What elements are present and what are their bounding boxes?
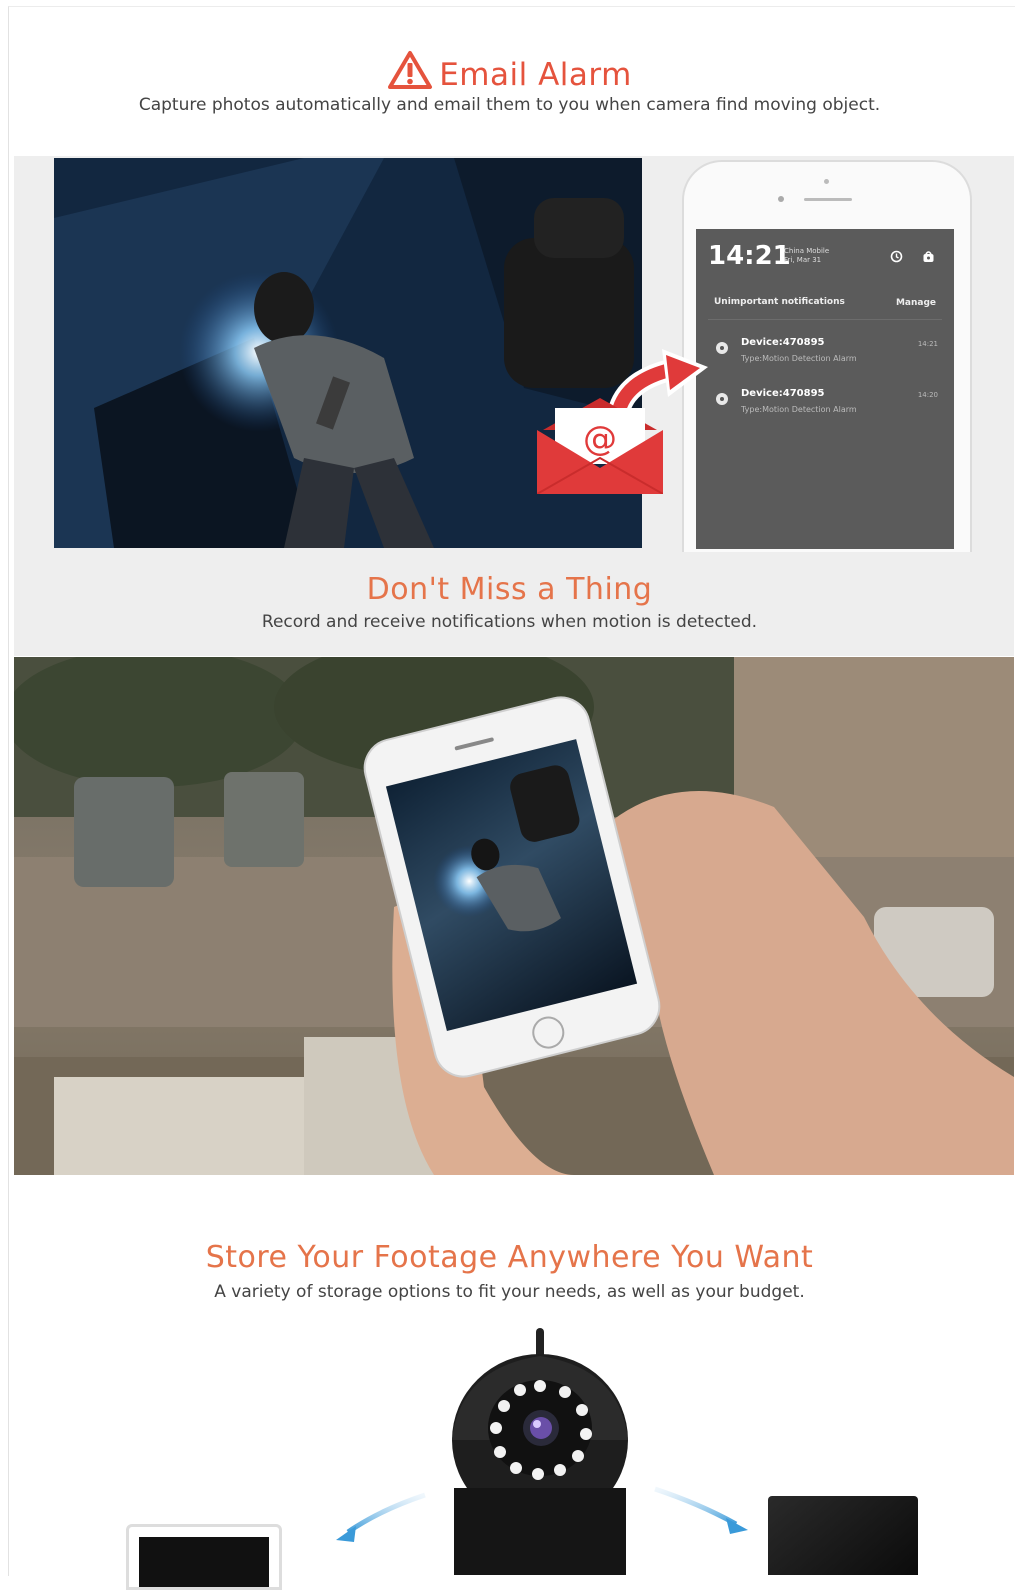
phone-speaker xyxy=(804,198,852,201)
arrow-left-icon xyxy=(336,1492,426,1542)
notification-time: 14:21 xyxy=(917,340,938,348)
ip-camera xyxy=(420,1328,660,1575)
notification-device: Device:470895 xyxy=(741,388,825,399)
notification-dot-icon xyxy=(716,393,728,405)
notification-item[interactable]: Device:470895 Type:Motion Detection Alar… xyxy=(714,337,942,371)
phone-screen-thief-preview xyxy=(385,739,638,1032)
phone-screen: 14:21 China Mobile Fri, Mar 31 Unimporta… xyxy=(696,229,954,549)
arrow-right-icon xyxy=(654,1486,748,1534)
email-alarm-title: Email Alarm xyxy=(0,50,1019,98)
carrier-name: China Mobile xyxy=(784,247,830,255)
divider xyxy=(708,319,942,320)
phone-speaker xyxy=(454,737,495,751)
email-alarm-title-text: Email Alarm xyxy=(439,57,632,93)
notification-time: 14:20 xyxy=(917,391,938,399)
phone-date: Fri, Mar 31 xyxy=(784,256,822,264)
dont-miss-title: Don't Miss a Thing xyxy=(366,572,653,607)
tablet-device xyxy=(126,1524,282,1590)
svg-text:@: @ xyxy=(583,419,617,459)
notifications-section-label: Unimportant notifications xyxy=(714,297,845,307)
manage-link[interactable]: Manage xyxy=(896,298,936,308)
phone-clock: 14:21 xyxy=(708,241,791,271)
app-icon xyxy=(922,248,935,262)
store-title: Store Your Footage Anywhere You Want xyxy=(205,1240,814,1275)
notification-dot-icon xyxy=(716,342,728,354)
notification-type: Type:Motion Detection Alarm xyxy=(741,354,857,363)
email-envelope-icon: @ xyxy=(536,398,664,495)
home-button xyxy=(528,1013,568,1052)
email-alarm-subtitle: Capture photos automatically and email t… xyxy=(138,95,881,115)
phone-front-camera xyxy=(778,196,784,202)
notification-device: Device:470895 xyxy=(741,337,825,348)
phone-carrier-date: China Mobile Fri, Mar 31 xyxy=(784,247,829,265)
warning-icon xyxy=(387,50,433,98)
nas-storage-device xyxy=(768,1496,918,1575)
store-subtitle: A variety of storage options to fit your… xyxy=(214,1282,805,1302)
dont-miss-subtitle: Record and receive notifications when mo… xyxy=(261,612,758,632)
notification-type: Type:Motion Detection Alarm xyxy=(741,405,857,414)
notification-item[interactable]: Device:470895 Type:Motion Detection Alar… xyxy=(714,388,942,422)
alarm-clock-icon xyxy=(890,248,903,263)
phone-sensor xyxy=(824,179,829,184)
